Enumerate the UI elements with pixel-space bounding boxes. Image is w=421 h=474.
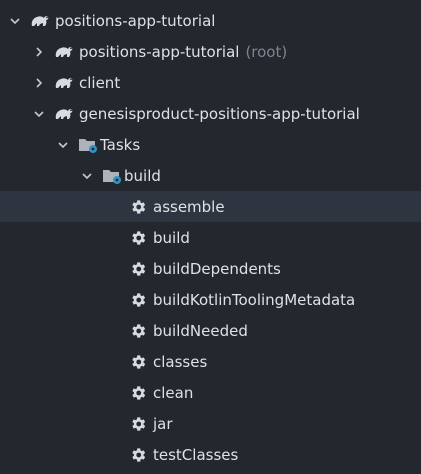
task-list: assemble build buildDependents buildKotl… [0,191,421,470]
task-item-jar[interactable]: jar [0,408,421,439]
tree-node-root[interactable]: positions-app-tutorial [0,5,421,36]
gear-icon [128,259,148,279]
chevron-down-icon[interactable] [80,169,94,183]
task-label: jar [153,414,173,433]
task-label: testClasses [153,445,239,464]
task-item-buildNeeded[interactable]: buildNeeded [0,315,421,346]
gear-icon [128,383,148,403]
tree-node-suffix: (root) [245,42,288,61]
task-item-assemble[interactable]: assemble [0,191,421,222]
task-item-buildKotlinToolingMetadata[interactable]: buildKotlinToolingMetadata [0,284,421,315]
task-item-buildDependents[interactable]: buildDependents [0,253,421,284]
gradle-elephant-icon [30,11,50,31]
task-folder-icon [78,135,98,155]
tree-node-build-group[interactable]: build [0,160,421,191]
gradle-tool-window-tree: positions-app-tutorial positions-app-tut… [0,0,421,474]
tree-node-label: positions-app-tutorial [79,42,240,61]
tree-node-genesisproduct[interactable]: genesisproduct-positions-app-tutorial [0,98,421,129]
gear-icon [128,414,148,434]
tree-node-label: genesisproduct-positions-app-tutorial [79,104,360,123]
tree-node-project-root[interactable]: positions-app-tutorial (root) [0,36,421,67]
chevron-right-icon[interactable] [32,45,46,59]
task-label: assemble [153,197,225,216]
task-item-clean[interactable]: clean [0,377,421,408]
task-label: clean [153,383,194,402]
task-label: buildNeeded [153,321,248,340]
task-item-testClasses[interactable]: testClasses [0,439,421,470]
tree-node-label: Tasks [100,135,141,154]
task-item-build[interactable]: build [0,222,421,253]
chevron-down-icon[interactable] [56,138,70,152]
chevron-down-icon[interactable] [32,107,46,121]
gear-icon [128,228,148,248]
gradle-elephant-icon [54,42,74,62]
tree-node-label: positions-app-tutorial [55,11,216,30]
task-label: classes [153,352,208,371]
task-label: buildDependents [153,259,281,278]
tree-node-label: build [124,166,161,185]
task-label: build [153,228,190,247]
tree-node-client[interactable]: client [0,67,421,98]
chevron-down-icon[interactable] [8,14,22,28]
gear-icon [128,290,148,310]
gear-icon [128,352,148,372]
chevron-right-icon[interactable] [32,76,46,90]
task-label: buildKotlinToolingMetadata [153,290,356,309]
gear-icon [128,321,148,341]
task-folder-icon [102,166,122,186]
tree-node-label: client [79,73,121,92]
gradle-elephant-icon [54,73,74,93]
gear-icon [128,445,148,465]
gear-icon [128,197,148,217]
tree-node-tasks[interactable]: Tasks [0,129,421,160]
gradle-elephant-icon [54,104,74,124]
task-item-classes[interactable]: classes [0,346,421,377]
